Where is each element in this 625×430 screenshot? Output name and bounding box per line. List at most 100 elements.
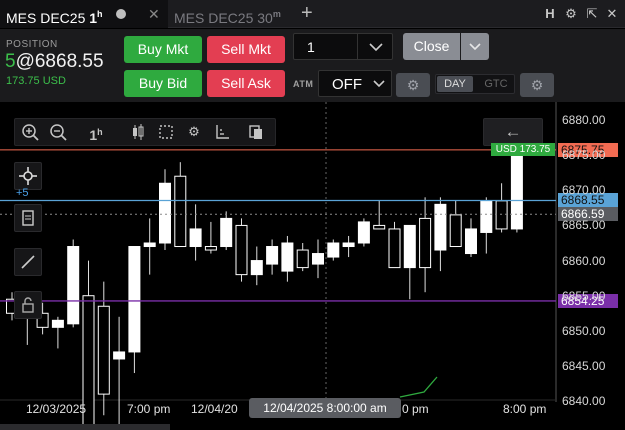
- buy-bid-button[interactable]: Buy Bid: [124, 70, 202, 97]
- price-axis-label: 6840.00: [562, 394, 606, 409]
- tif-gtc[interactable]: GTC: [478, 76, 514, 92]
- add-tab-icon[interactable]: +: [301, 0, 313, 28]
- scroll-to-latest-arrow-icon[interactable]: ←: [483, 118, 543, 146]
- candle-body: [388, 228, 401, 269]
- candle-body: [128, 246, 141, 353]
- quantity-value: 1: [307, 39, 315, 55]
- h-icon[interactable]: H: [542, 4, 558, 24]
- close-button[interactable]: Close: [403, 33, 460, 60]
- price-axis-label: 6875.00: [562, 148, 606, 163]
- time-axis-label: 12/04/20: [191, 402, 238, 416]
- tif-day[interactable]: DAY: [437, 76, 473, 92]
- position-value: 5@6868.55: [5, 51, 104, 73]
- candle-body: [67, 246, 80, 325]
- chart-toolbar: 1h ⚙: [14, 118, 276, 146]
- close-tab-icon[interactable]: ✕: [148, 0, 160, 28]
- close-options-chevron-icon[interactable]: [461, 33, 489, 60]
- crosshair-tool-icon[interactable]: [14, 162, 42, 190]
- unsaved-dot-icon: [116, 9, 126, 19]
- position-label: POSITION: [6, 39, 58, 50]
- zoom-in-icon[interactable]: [17, 119, 43, 145]
- quantity-select[interactable]: 1: [293, 33, 393, 60]
- candle-body: [296, 249, 309, 269]
- buy-mkt-button[interactable]: Buy Mkt: [124, 36, 202, 63]
- candle-body: [357, 221, 370, 244]
- pnl-tag: USD 173.75: [491, 143, 555, 156]
- zoom-out-icon[interactable]: [45, 119, 71, 145]
- price-axis-label: 6860.00: [562, 253, 606, 268]
- tab-mes-30m[interactable]: MES DEC25 30m: [170, 0, 281, 28]
- position-price: @6868.55: [15, 51, 104, 72]
- bottom-scroll-strip[interactable]: [0, 424, 170, 430]
- tif-toggle[interactable]: DAY GTC: [435, 74, 515, 94]
- candle-body: [281, 242, 294, 272]
- candle-body: [250, 260, 263, 276]
- tab-bar: MES DEC25 1h ✕ MES DEC25 30m + H ⚙ ⇱ ✕: [0, 0, 625, 28]
- atm-settings-gear-icon[interactable]: ⚙: [396, 73, 430, 97]
- tab-mes-1h[interactable]: MES DEC25 1h ✕: [0, 0, 168, 28]
- tab-symbol: MES DEC25: [6, 10, 86, 26]
- interval-value: 1: [89, 127, 98, 143]
- indicators-icon[interactable]: [209, 119, 235, 145]
- selection-box-icon[interactable]: [153, 119, 179, 145]
- sell-ask-button[interactable]: Sell Ask: [207, 70, 285, 97]
- tab-interval: 30: [257, 10, 273, 26]
- layers-icon[interactable]: [243, 119, 269, 145]
- atm-label: ATM: [293, 79, 314, 89]
- time-axis-label: 0 pm: [402, 402, 429, 416]
- candle-body: [373, 224, 386, 230]
- candle-body: [97, 305, 110, 395]
- time-axis-label: 8:00 pm: [503, 402, 547, 416]
- time-axis-label: 7:00 pm: [127, 402, 171, 416]
- order-controls: POSITION 5@6868.55 173.75 USD Buy Mkt Se…: [0, 29, 625, 102]
- close-window-icon[interactable]: ✕: [604, 4, 620, 24]
- tif-settings-gear-icon[interactable]: ⚙: [520, 73, 554, 97]
- candle-body: [143, 242, 156, 248]
- candle-body: [480, 200, 493, 233]
- candle-body: [403, 224, 416, 269]
- lock-icon[interactable]: [14, 291, 42, 319]
- candle-body: [113, 351, 126, 360]
- tab-symbol: MES DEC25: [174, 10, 254, 26]
- chart-settings-gear-icon[interactable]: ⚙: [181, 119, 207, 145]
- tab-interval-unit: h: [97, 9, 103, 19]
- chevron-down-icon: [373, 80, 385, 88]
- atm-select[interactable]: OFF: [318, 70, 392, 97]
- candle-body: [419, 217, 432, 269]
- tab-interval-unit: m: [272, 9, 281, 19]
- order-ticket-icon[interactable]: [14, 204, 42, 232]
- offset-label: +5: [16, 187, 29, 199]
- candle-body: [342, 242, 355, 248]
- popout-icon[interactable]: ⇱: [584, 4, 600, 24]
- sell-mkt-button[interactable]: Sell Mkt: [207, 36, 285, 63]
- time-axis-label: 12/03/2025: [26, 402, 87, 416]
- price-axis-label: 6870.00: [562, 183, 606, 198]
- price-axis-label: 6855.00: [562, 288, 606, 303]
- candle-body: [159, 182, 171, 244]
- candle-body: [220, 217, 233, 248]
- price-axis-label: 6865.00: [562, 218, 606, 233]
- candle-body: [327, 242, 340, 258]
- crosshair-time-tag: 12/04/2025 8:00:00 am: [249, 398, 401, 418]
- candle-body: [235, 224, 248, 276]
- candle-body: [174, 175, 187, 248]
- candle-body: [434, 203, 447, 251]
- candle-body: [266, 246, 279, 265]
- candle-body: [449, 214, 462, 248]
- candle-body: [465, 228, 477, 255]
- price-chart[interactable]: 1h ⚙ ← +5 USD 173.75 6875.75 6868.55 686…: [0, 102, 625, 430]
- draw-line-icon[interactable]: [14, 248, 42, 276]
- chevron-down-icon[interactable]: [357, 34, 393, 59]
- candle-body: [204, 246, 217, 251]
- atm-value: OFF: [332, 76, 362, 93]
- interval-button[interactable]: 1h: [83, 119, 109, 145]
- tab-interval: 1: [89, 10, 98, 26]
- price-axis-label: 6850.00: [562, 323, 606, 338]
- candlestick-style-icon[interactable]: [125, 119, 151, 145]
- price-axis-label: 6880.00: [562, 113, 606, 127]
- candle-body: [51, 319, 64, 328]
- gear-icon[interactable]: ⚙: [563, 4, 579, 24]
- position-qty: 5: [5, 51, 16, 72]
- price-axis-label: 6845.00: [562, 359, 606, 373]
- position-pnl: 173.75 USD: [6, 75, 66, 87]
